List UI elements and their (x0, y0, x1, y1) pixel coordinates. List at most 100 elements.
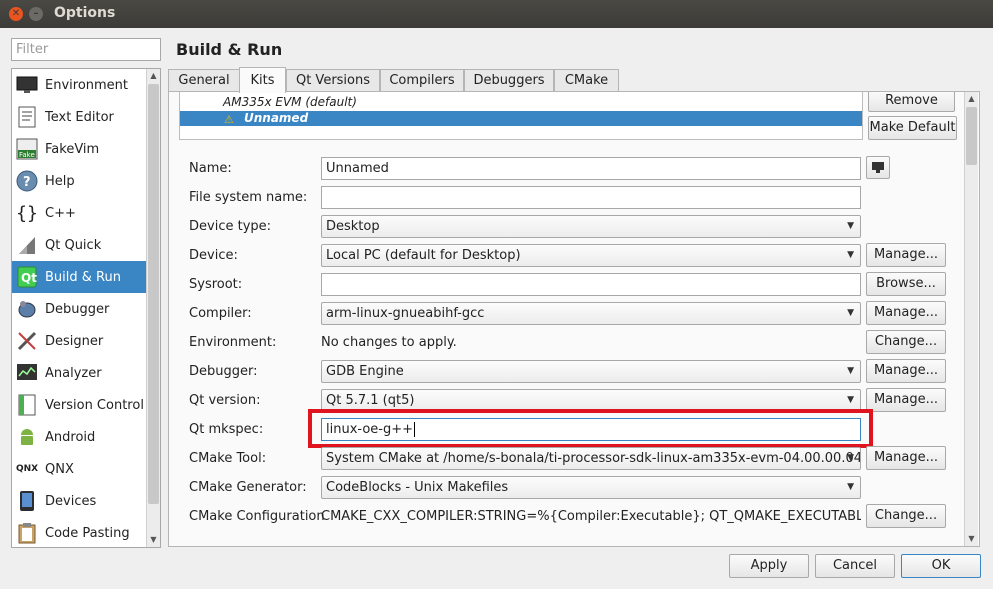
kits-panel: AM335x EVM (default) ⚠ Unnamed Remove Ma… (168, 91, 980, 547)
qt-version-manage-button[interactable]: Manage... (866, 388, 946, 412)
dropdown-arrow-icon: ▼ (847, 453, 854, 463)
build-run-icon: Qt (15, 265, 39, 289)
category-debugger[interactable]: Debugger (12, 293, 147, 325)
category-build-run[interactable]: Qt Build & Run (12, 261, 147, 293)
category-devices[interactable]: Devices (12, 485, 147, 517)
device-label: Device: (189, 248, 238, 263)
debugger-combo[interactable]: GDB Engine ▼ (321, 360, 861, 383)
sysroot-field[interactable] (321, 273, 861, 296)
kit-item-selected[interactable]: ⚠ Unnamed (180, 111, 862, 126)
debugger-manage-button[interactable]: Manage... (866, 359, 946, 383)
scroll-up-arrow-icon[interactable]: ▲ (147, 69, 160, 83)
device-type-label: Device type: (189, 219, 272, 234)
minimize-window-button[interactable]: – (29, 7, 43, 21)
category-help[interactable]: ? Help (12, 165, 147, 197)
file-system-name-field[interactable] (321, 186, 861, 209)
compiler-value: arm-linux-gnueabihf-gcc (326, 306, 485, 321)
window-title: Options (54, 5, 116, 21)
category-analyzer[interactable]: Analyzer (12, 357, 147, 389)
cmake-configuration-label: CMake Configuration (189, 509, 325, 524)
filter-input[interactable] (11, 38, 161, 61)
qnx-icon: QNX (15, 464, 39, 474)
cancel-button[interactable]: Cancel (815, 554, 895, 578)
debugger-label: Debugger: (189, 364, 258, 379)
devices-icon (15, 489, 39, 513)
qt-version-label: Qt version: (189, 393, 261, 408)
device-type-combo[interactable]: Desktop ▼ (321, 215, 861, 238)
panel-scrollbar[interactable]: ▲ ▼ (964, 92, 978, 546)
device-type-value: Desktop (326, 219, 380, 234)
remove-kit-button[interactable]: Remove (868, 92, 955, 112)
compiler-manage-button[interactable]: Manage... (866, 301, 946, 325)
tab-compilers[interactable]: Compilers (380, 69, 464, 92)
qt-quick-icon (15, 233, 39, 257)
tab-kits[interactable]: Kits (239, 67, 286, 93)
category-version-control[interactable]: Version Control (12, 389, 147, 421)
device-icon-button[interactable] (866, 156, 890, 179)
category-scrollbar[interactable]: ▲ ▼ (146, 69, 160, 547)
scroll-up-arrow-icon[interactable]: ▲ (965, 92, 978, 106)
cmake-generator-combo[interactable]: CodeBlocks - Unix Makefiles ▼ (321, 476, 861, 499)
category-text-editor[interactable]: Text Editor (12, 101, 147, 133)
environment-change-button[interactable]: Change... (866, 330, 946, 354)
tab-debuggers[interactable]: Debuggers (464, 69, 554, 92)
device-combo[interactable]: Local PC (default for Desktop) ▼ (321, 244, 861, 267)
category-code-pasting[interactable]: Code Pasting (12, 517, 147, 547)
bug-icon (15, 297, 39, 321)
monitor-icon (872, 162, 884, 173)
cmake-configuration-value: CMAKE_CXX_COMPILER:STRING=%{Compiler:Exe… (321, 509, 861, 524)
cmake-tool-label: CMake Tool: (189, 451, 267, 466)
scroll-down-arrow-icon[interactable]: ▼ (147, 533, 160, 547)
name-field[interactable]: Unnamed (321, 157, 861, 180)
sysroot-label: Sysroot: (189, 277, 243, 292)
scroll-down-arrow-icon[interactable]: ▼ (965, 532, 978, 546)
tab-qt-versions[interactable]: Qt Versions (286, 69, 380, 92)
help-icon: ? (15, 169, 39, 193)
category-cpp[interactable]: {} C++ (12, 197, 147, 229)
close-window-button[interactable]: ✕ (9, 7, 23, 21)
cmake-tool-combo[interactable]: System CMake at /home/s-bonala/ti-proces… (321, 447, 861, 470)
qt-version-value: Qt 5.7.1 (qt5) (326, 393, 415, 408)
category-android[interactable]: Android (12, 421, 147, 453)
qt-mkspec-label: Qt mkspec: (189, 422, 264, 437)
svg-text:?: ? (23, 175, 31, 190)
dropdown-arrow-icon: ▼ (847, 250, 854, 260)
scrollbar-thumb[interactable] (966, 107, 977, 165)
category-fakevim[interactable]: Fake FakeVim (12, 133, 147, 165)
dropdown-arrow-icon: ▼ (847, 308, 854, 318)
cmake-generator-label: CMake Generator: (189, 480, 307, 495)
version-control-icon (15, 393, 39, 417)
compiler-combo[interactable]: arm-linux-gnueabihf-gcc ▼ (321, 302, 861, 325)
cmake-generator-value: CodeBlocks - Unix Makefiles (326, 480, 509, 495)
highlight-box (308, 409, 873, 448)
clipboard-icon (15, 521, 39, 545)
cmake-tool-manage-button[interactable]: Manage... (866, 446, 946, 470)
ok-button[interactable]: OK (901, 554, 981, 578)
file-system-name-label: File system name: (189, 190, 308, 205)
sysroot-browse-button[interactable]: Browse... (866, 272, 946, 296)
device-manage-button[interactable]: Manage... (866, 243, 946, 267)
tab-cmake[interactable]: CMake (554, 69, 619, 92)
category-list: Environment Text Editor Fake FakeVim ? H… (11, 68, 161, 548)
category-designer[interactable]: Designer (12, 325, 147, 357)
device-value: Local PC (default for Desktop) (326, 248, 521, 263)
cmake-configuration-change-button[interactable]: Change... (866, 504, 946, 528)
warning-icon: ⚠ (224, 113, 234, 126)
category-qt-quick[interactable]: Qt Quick (12, 229, 147, 261)
scrollbar-thumb[interactable] (148, 84, 159, 504)
category-environment[interactable]: Environment (12, 69, 147, 101)
compiler-label: Compiler: (189, 306, 252, 321)
tab-general[interactable]: General (168, 69, 240, 92)
dropdown-arrow-icon: ▼ (847, 482, 854, 492)
apply-button[interactable]: Apply (729, 554, 809, 578)
svg-text:Fake: Fake (19, 151, 35, 159)
cmake-tool-value: System CMake at /home/s-bonala/ti-proces… (326, 451, 861, 466)
make-default-button[interactable]: Make Default (868, 116, 957, 140)
environment-label: Environment: (189, 335, 277, 350)
kit-list: AM335x EVM (default) ⚠ Unnamed (179, 92, 863, 140)
designer-icon (15, 329, 39, 353)
kit-item[interactable]: AM335x EVM (default) (180, 95, 862, 110)
category-qnx[interactable]: QNX QNX (12, 453, 147, 485)
name-label: Name: (189, 161, 232, 176)
android-icon (15, 425, 39, 449)
